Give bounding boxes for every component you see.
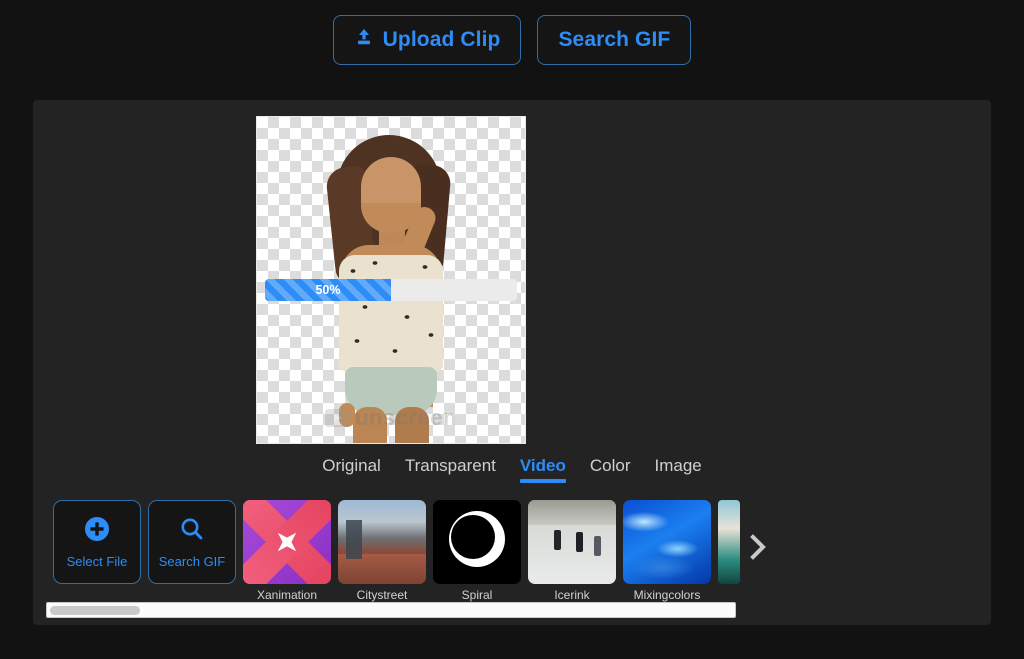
thumbnail-image[interactable] [528,500,616,584]
rail-next-button[interactable] [747,532,769,566]
thumbnail-caption: Citystreet [356,588,408,602]
thumbnail-xanimation: Xanimation [243,500,331,602]
tab-original[interactable]: Original [322,456,381,483]
tab-image[interactable]: Image [654,456,701,483]
rail-item-select-file: Select File [53,500,141,584]
render-progress-fill: 50% [265,279,391,301]
thumbnail-icerink: Icerink [528,500,616,602]
thumbnail-caption: Xanimation [256,588,318,602]
tab-video[interactable]: Video [519,456,566,483]
top-action-bar: Upload Clip Search GIF [0,0,1024,80]
select-file-label: Select File [66,553,128,569]
thumbnail-image[interactable] [243,500,331,584]
thumbnail-partial-next[interactable] [718,500,740,584]
search-gif-label: Search GIF [558,28,671,51]
upload-clip-button[interactable]: Upload Clip [332,15,522,65]
scrollbar-thumb[interactable] [50,606,140,615]
thumbnail-image[interactable] [433,500,521,584]
thumbnail-caption: Spiral [461,588,493,602]
chevron-right-icon [750,533,766,565]
background-thumbnail-rail[interactable]: Select File Search GIF Xanimation Cityst… [53,500,771,608]
thumbnail-citystreet: Citystreet [338,500,426,602]
plus-circle-icon [84,516,110,547]
rail-horizontal-scrollbar[interactable] [46,602,736,618]
rail-search-gif-button[interactable]: Search GIF [148,500,236,584]
select-file-button[interactable]: Select File [53,500,141,584]
search-gif-button[interactable]: Search GIF [537,15,692,65]
watermark-play-icon [325,409,350,427]
render-progress-label: 50% [315,283,341,297]
thumbnail-mixingcolors: Mixingcolors [623,500,711,602]
thumbnail-image[interactable] [338,500,426,584]
render-progress-bar: 50% [265,279,517,301]
preview-stage[interactable]: unscreen 50% [256,116,526,444]
watermark-label: unscreen [355,405,457,430]
search-icon [179,516,205,547]
thumbnail-caption: Icerink [554,588,590,602]
rail-item-search-gif: Search GIF [148,500,236,584]
upload-clip-label: Upload Clip [382,28,501,51]
thumbnail-spiral: Spiral [433,500,521,602]
thumbnail-caption: Mixingcolors [633,588,701,602]
background-mode-tabs: Original Transparent Video Color Image [33,456,991,483]
upload-icon [354,27,374,53]
unscreen-watermark: unscreen [325,405,457,431]
rail-search-gif-label: Search GIF [158,553,226,569]
tab-transparent[interactable]: Transparent [405,456,496,483]
editor-panel: unscreen 50% Original Transparent Video … [33,100,991,625]
tab-color[interactable]: Color [590,456,631,483]
x-sparkle-icon [269,524,306,561]
thumbnail-image[interactable] [623,500,711,584]
